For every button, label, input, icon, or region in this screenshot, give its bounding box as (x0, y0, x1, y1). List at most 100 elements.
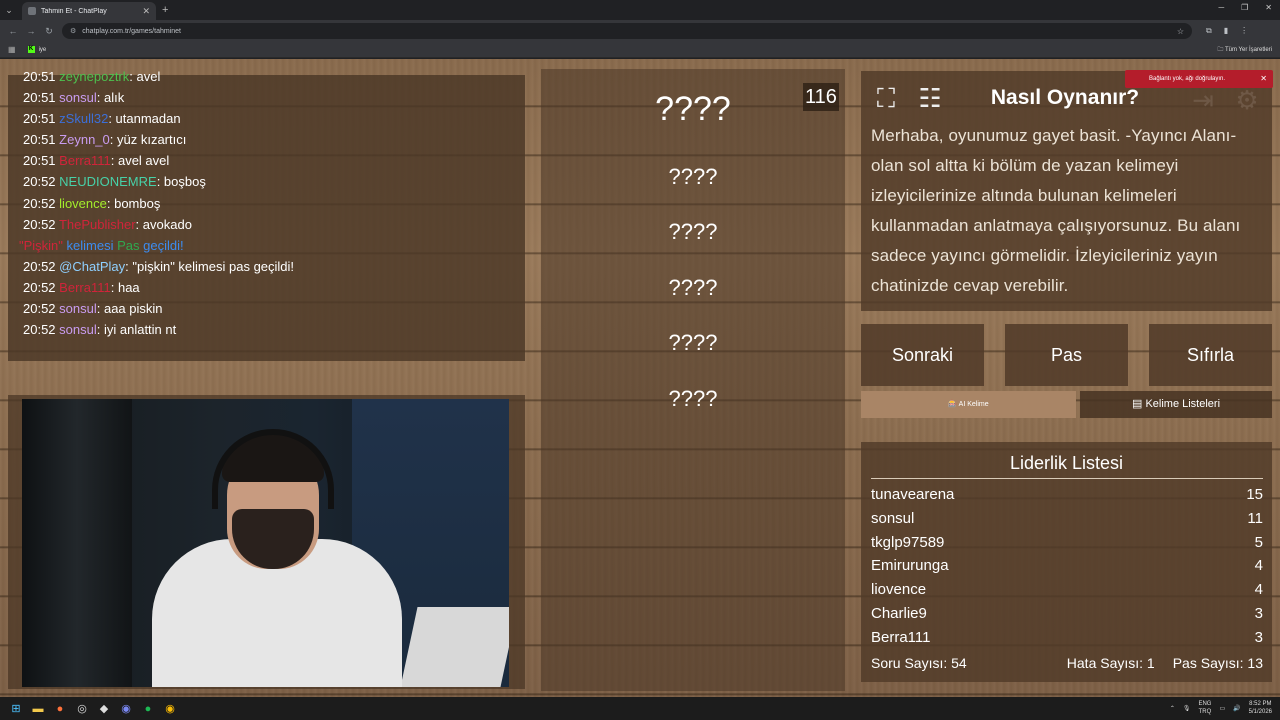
spotify-icon[interactable]: ● (137, 701, 159, 717)
chat-username[interactable]: Zeynn_0 (59, 132, 110, 147)
reload-icon[interactable]: ↻ (44, 26, 54, 37)
forbidden-word: ???? (668, 386, 718, 411)
chat-message: 20:51 Berra111: avel avel (23, 150, 525, 171)
address-bar: ← → ↻ ⚙ chatplay.com.tr/games/tahminet ☆… (0, 20, 1280, 42)
chat-time: 20:51 (23, 111, 56, 127)
logout-icon[interactable]: ⇥ (1188, 85, 1218, 115)
chat-username[interactable]: sonsul (59, 322, 97, 337)
volume-icon[interactable]: 🔊 (1233, 705, 1240, 712)
leaderboard-title: Liderlik Listesi (1009, 453, 1124, 473)
browser-icon[interactable]: ◎ (71, 701, 93, 717)
tray-chevron-icon[interactable]: ⌃ (1170, 705, 1175, 712)
chat-username[interactable]: sonsul (59, 301, 97, 316)
chat-time: 20:52 (23, 301, 56, 317)
list-icon: ▤ (1131, 398, 1143, 410)
new-tab-icon[interactable]: + (162, 4, 168, 16)
chat-username[interactable]: ThePublisher (59, 217, 136, 232)
chat-panel: 20:51 zeynepoztrk: avel 20:51 sonsul: alı… (8, 69, 525, 361)
profile-icon[interactable]: ▮ (1224, 26, 1228, 36)
leaderboard-row: tkglp97589 5 (871, 531, 1263, 555)
tab-search-icon[interactable]: ⌄ (0, 5, 18, 16)
system-tray: ⌃ 🎙 ENG TRQ ▭ 🔊 8:52 PM 5/1/2026 (1170, 700, 1272, 716)
player-score: 4 (1254, 557, 1263, 575)
current-word: ???? (655, 90, 731, 128)
chat-time: 20:52 (23, 322, 56, 338)
chrome-icon[interactable]: ◉ (159, 701, 181, 717)
chat-username[interactable]: @ChatPlay (59, 259, 125, 274)
chat-message: 20:51 Zeynn_0: yüz kızartıcı (23, 129, 525, 150)
pass-button[interactable]: Pas (1005, 324, 1128, 386)
clock-time: 8:52 PM (1249, 701, 1272, 707)
how-to-play-title: Nasıl Oynanır? (990, 86, 1140, 109)
firefox-icon[interactable]: ● (49, 701, 71, 717)
minimize-icon[interactable]: ─ (1218, 3, 1224, 12)
chat-username[interactable]: sonsul (59, 90, 97, 105)
chat-text: : avokado (135, 216, 192, 232)
system-message-part: Pas (117, 237, 140, 253)
start-icon[interactable]: ⊞ (5, 701, 27, 717)
bookmark-label: iye (38, 46, 47, 53)
mic-icon[interactable]: 🎙 (1183, 705, 1191, 712)
file-explorer-icon[interactable]: ▬ (27, 701, 49, 717)
apps-grid-icon[interactable]: ▦ (8, 45, 16, 54)
chat-username[interactable]: Berra111 (59, 153, 111, 168)
chat-message: 20:52 ThePublisher: avokado (23, 214, 525, 235)
network-icon[interactable]: ▭ (1219, 705, 1225, 712)
chat-username[interactable]: zSkull32 (59, 111, 108, 126)
language-indicator[interactable]: ENG TRQ (1198, 700, 1211, 716)
player-name: tkglp97589 (871, 533, 945, 551)
browser-tab[interactable]: Tahmin Et - ChatPlay ✕ (22, 2, 156, 20)
chat-time: 20:51 (23, 90, 56, 106)
close-tab-icon[interactable]: ✕ (142, 6, 150, 17)
url-field[interactable]: ⚙ chatplay.com.tr/games/tahminet ☆ (62, 23, 1192, 39)
restore-icon[interactable]: ❐ (1241, 3, 1248, 12)
all-bookmarks[interactable]: 🗀 Tüm Yer İşaretleri (1217, 45, 1272, 55)
fullscreen-icon[interactable]: ⛶ (871, 83, 901, 113)
close-toast-icon[interactable]: ✕ (1260, 70, 1267, 88)
extensions-icon[interactable]: ⧉ (1206, 26, 1212, 36)
clock[interactable]: 8:52 PM 5/1/2026 (1249, 700, 1272, 716)
player-score: 5 (1254, 533, 1263, 551)
bookmark-star-icon[interactable]: ☆ (1177, 27, 1184, 36)
windows-taskbar: ⊞ ▬ ● ◎ ◆ ◉ ● ◉ ⌃ 🎙 ENG TRQ ▭ 🔊 8:52 PM 5/… (0, 697, 1280, 720)
next-button[interactable]: Sonraki (861, 324, 984, 386)
chat-text: : utanmadan (108, 111, 181, 127)
chat-text: : haa (110, 279, 140, 295)
player-name: Berra111 (871, 628, 931, 646)
system-message: "Pişkin" kelimesi Pas geçildi! (19, 235, 525, 256)
settings-icon[interactable]: ⚙ (1232, 85, 1262, 115)
reset-button[interactable]: Sıfırla (1149, 324, 1272, 386)
close-window-icon[interactable]: ✕ (1265, 3, 1272, 12)
back-icon[interactable]: ← (8, 26, 18, 36)
menu-icon[interactable]: ⋮ (1240, 26, 1248, 36)
site-info-icon[interactable]: ⚙ (70, 27, 76, 35)
question-count: Soru Sayısı: 54 (871, 655, 967, 671)
chat-username[interactable]: Berra111 (59, 280, 111, 295)
how-to-play-text: Merhaba, oyunumuz gayet basit. -Yayıncı … (871, 126, 1241, 295)
chat-list: 20:51 zeynepoztrk: avel 20:51 sonsul: alı… (19, 66, 525, 340)
chat-text: : avel (129, 69, 161, 84)
leaderboard-row: sonsul 11 (871, 507, 1263, 531)
error-count: Hata Sayısı: 1 (1066, 655, 1155, 671)
chat-username[interactable]: NEUDIONEMRE (59, 174, 157, 189)
favicon-icon (28, 7, 36, 15)
chat-username[interactable]: zeynepoztrk (59, 69, 129, 84)
player-name: Emirurunga (871, 557, 949, 575)
chat-message: 20:52 sonsul: iyi anlattin nt (23, 319, 525, 340)
forbidden-word: ???? (668, 219, 718, 244)
leaderboard-row: liovence 4 (871, 578, 1263, 602)
forward-icon[interactable]: → (26, 26, 36, 36)
system-message-part: "Pişkin" (19, 237, 63, 253)
tab-word-lists[interactable]: ▤ Kelime Listeleri (1080, 391, 1272, 418)
bookmark-item[interactable]: K iye (27, 46, 47, 53)
chat-time: 20:52 (23, 258, 56, 274)
game-stats: Soru Sayısı: 54 Hata Sayısı: 1 Pas Sayıs… (871, 655, 1263, 671)
discord-icon[interactable]: ◉ (115, 701, 137, 717)
chat-username[interactable]: liovence (59, 196, 107, 211)
steam-icon[interactable]: ◆ (93, 701, 115, 717)
lang-bottom: TRQ (1198, 709, 1212, 715)
tab-ai-word[interactable]: 🎰 AI Kelime (861, 391, 1076, 418)
chat-time: 20:52 (23, 216, 56, 232)
leaderboard-row: Charlie9 3 (871, 602, 1263, 626)
notes-icon[interactable]: ☷ (915, 83, 945, 113)
